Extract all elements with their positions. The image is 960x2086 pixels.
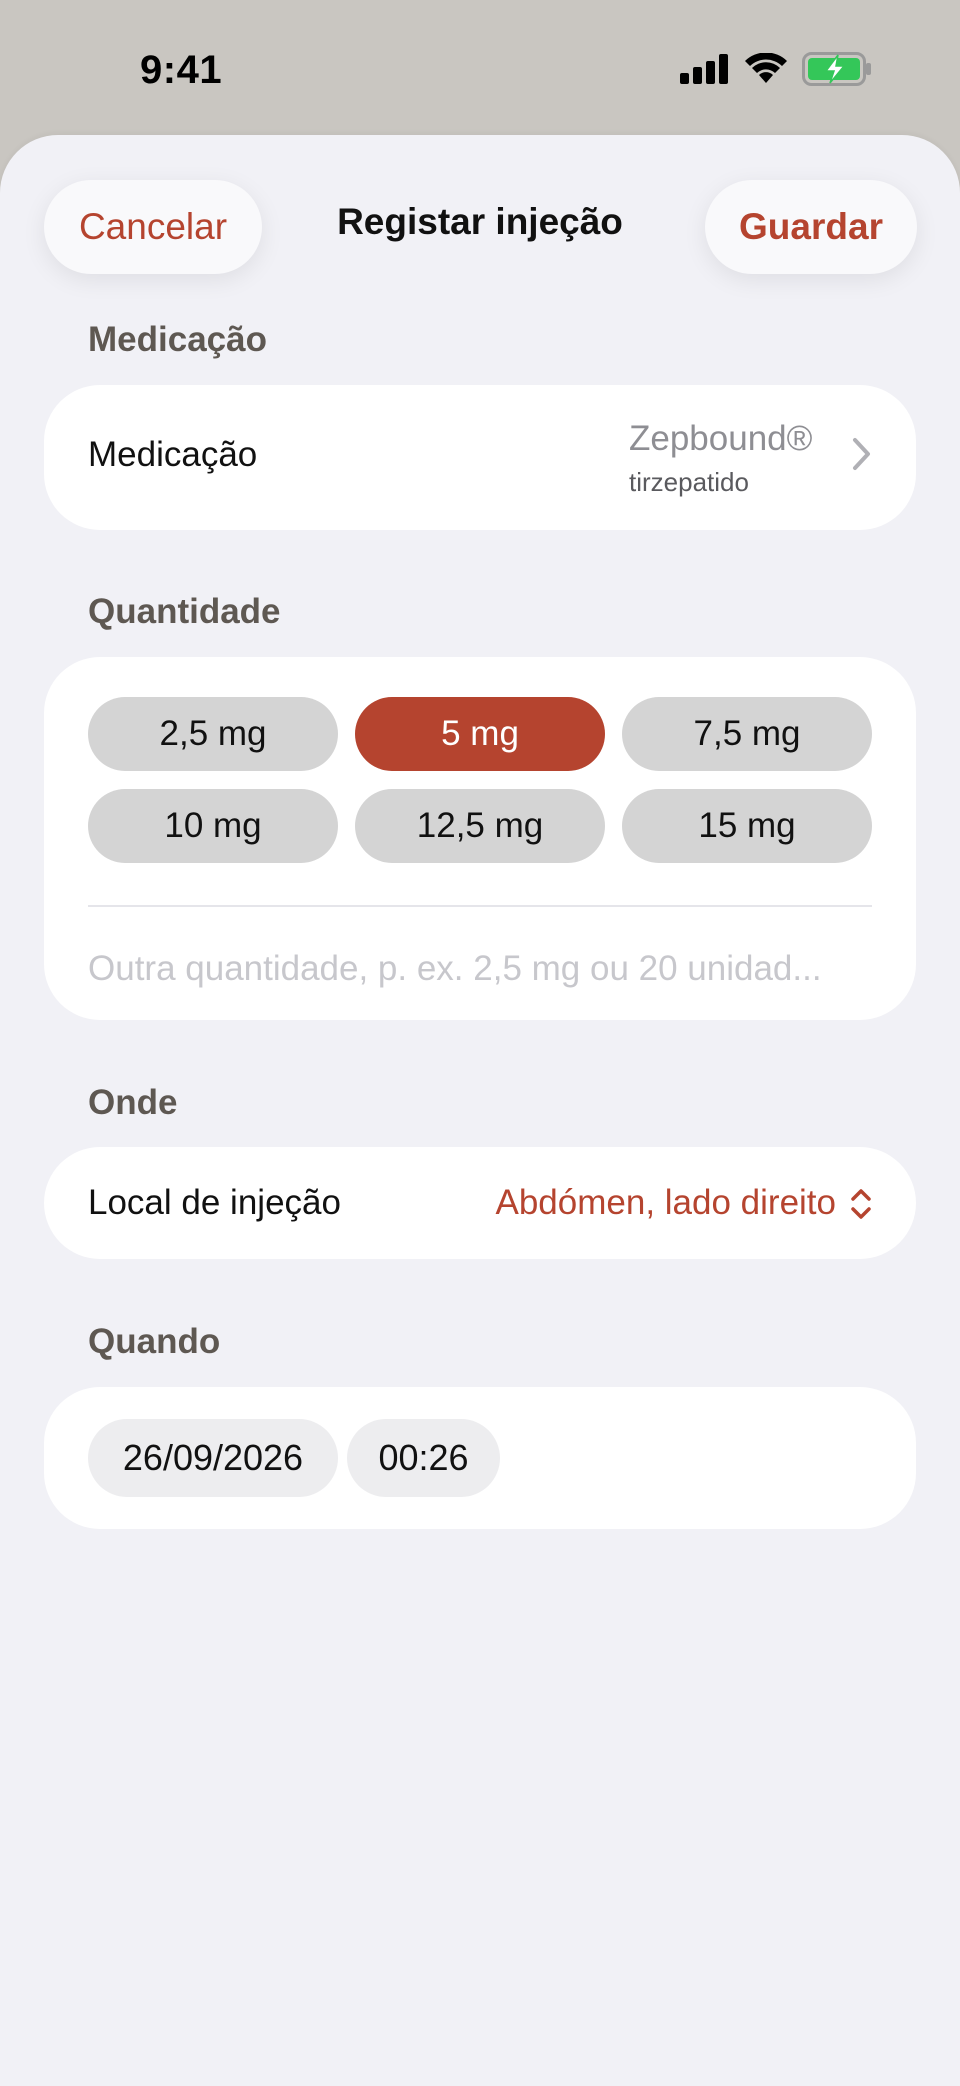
injection-site-label: Local de injeção <box>88 1183 341 1222</box>
battery-charging-icon <box>802 52 871 86</box>
quantity-card: 2,5 mg 5 mg 7,5 mg 10 mg 12,5 mg 15 mg <box>44 657 916 1020</box>
cellular-signal-icon <box>680 54 728 84</box>
cancel-button[interactable]: Cancelar <box>44 180 262 274</box>
medication-generic-name: tirzepatido <box>629 467 749 497</box>
when-card: 26/09/2026 00:26 <box>44 1387 916 1529</box>
chevron-right-icon <box>853 438 870 470</box>
status-icons <box>680 52 872 86</box>
dose-option-5[interactable]: 5 mg <box>355 697 605 771</box>
dose-option-7-5[interactable]: 7,5 mg <box>622 697 872 771</box>
log-injection-sheet: Cancelar Registar injeção Guardar Medica… <box>0 135 960 2086</box>
divider <box>88 905 872 907</box>
medication-row[interactable]: Medicação Zepbound® tirzepatido <box>44 385 916 530</box>
injection-site-value[interactable]: Abdómen, lado direito <box>496 1183 837 1223</box>
time-picker-chip[interactable]: 00:26 <box>347 1419 500 1497</box>
injection-site-row[interactable]: Local de injeção Abdómen, lado direito <box>44 1147 916 1259</box>
save-button[interactable]: Guardar <box>705 180 917 274</box>
when-section-title: Quando <box>88 1322 221 1361</box>
medication-section-title: Medicação <box>88 320 267 359</box>
dose-option-12-5[interactable]: 12,5 mg <box>355 789 605 863</box>
status-bar: 9:41 <box>0 0 960 135</box>
date-picker-chip[interactable]: 26/09/2026 <box>88 1419 338 1497</box>
status-time: 9:41 <box>140 48 223 92</box>
custom-quantity-input[interactable] <box>88 939 872 999</box>
where-section-title: Onde <box>88 1083 178 1122</box>
chevron-up-down-icon <box>851 1189 871 1219</box>
dose-option-15[interactable]: 15 mg <box>622 789 872 863</box>
quantity-section-title: Quantidade <box>88 592 281 631</box>
dose-option-2-5[interactable]: 2,5 mg <box>88 697 338 771</box>
dose-option-10[interactable]: 10 mg <box>88 789 338 863</box>
medication-name: Zepbound® <box>629 419 813 458</box>
medication-row-label: Medicação <box>88 435 258 474</box>
wifi-icon <box>745 53 787 83</box>
